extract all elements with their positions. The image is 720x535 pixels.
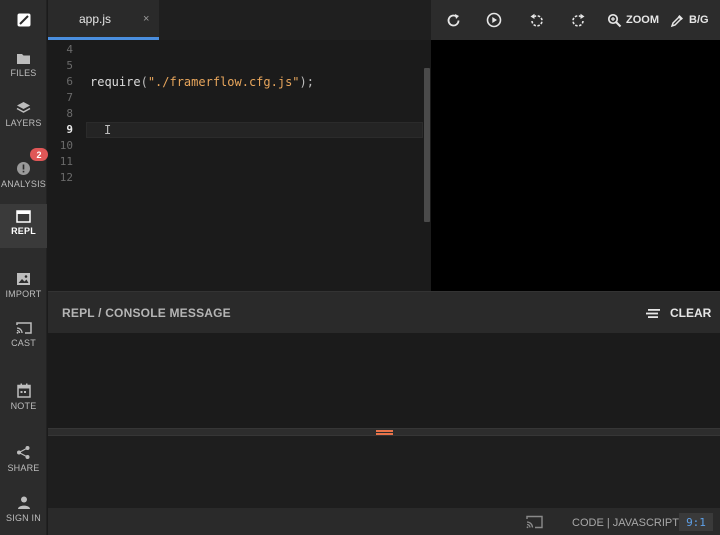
line-number: 10 [59,139,73,152]
app-logo[interactable] [0,0,47,40]
line-gutter: 4 5 6 7 8 9 10 11 12 [48,40,76,291]
zoom-label: ZOOM [626,14,659,26]
line-number: 7 [66,91,73,104]
app-window: FILES LAYERS ANALYSIS 2 REPL IMPORT CAST… [0,0,720,535]
line-number: 4 [66,43,73,56]
sidebar-item-share[interactable]: SHARE [0,439,47,485]
user-icon [17,496,30,509]
eyedropper-icon [670,14,683,27]
sidebar-item-import[interactable]: IMPORT [0,266,47,312]
status-bar: CODE | JAVASCRIPT 9:1 [48,508,720,535]
grip-icon [376,430,393,435]
code-paren: ( [140,75,148,89]
line-number: 8 [66,107,73,120]
sidebar-item-label: NOTE [10,401,37,411]
layers-icon [16,102,31,113]
clear-label: CLEAR [670,306,712,320]
console-header: REPL / CONSOLE MESSAGE CLEAR [48,291,720,333]
tab-app-js[interactable]: app.js × [48,0,159,40]
sidebar-item-label: IMPORT [5,289,42,299]
preview-canvas[interactable] [431,40,720,291]
notification-badge: 2 [30,148,48,161]
play-icon [486,12,502,28]
logo-icon [17,13,30,27]
image-icon [17,273,30,285]
play-button[interactable] [484,0,504,40]
sidebar-item-label: SIGN IN [6,513,41,523]
sidebar-item-label: LAYERS [5,118,42,128]
share-icon [17,446,30,459]
zoom-icon [607,13,622,27]
rotate-left-button[interactable] [526,0,546,40]
console-title: REPL / CONSOLE MESSAGE [62,306,231,320]
repl-input[interactable] [48,436,720,508]
line-number: 12 [59,171,73,184]
console-output [48,333,720,428]
folder-icon [17,54,30,64]
sidebar-item-analysis[interactable]: ANALYSIS 2 [0,148,48,201]
calendar-icon [16,383,31,398]
code-string: "./framerflow.cfg.js" [147,75,300,89]
sidebar-item-repl[interactable]: REPL [0,204,47,248]
line-number-current: 9 [66,123,73,136]
code-line: require("./framerflow.cfg.js"); [90,74,314,90]
sidebar-item-layers[interactable]: LAYERS [0,95,47,141]
language-mode[interactable]: CODE | JAVASCRIPT [572,517,679,529]
text-cursor-icon: I [104,123,112,137]
alert-circle-icon [17,162,30,175]
sidebar: FILES LAYERS ANALYSIS 2 REPL IMPORT CAST… [0,0,48,535]
cast-icon [15,322,32,334]
refresh-button[interactable] [443,0,463,40]
editor-tab-bar: app.js × [48,0,431,40]
tab-label: app.js [79,11,112,26]
sidebar-item-label: REPL [11,226,36,236]
code-function: require [90,75,141,89]
sidebar-item-files[interactable]: FILES [0,46,47,92]
preview-toolbar: ZOOM B/G [431,0,720,40]
code-paren: ); [299,75,314,89]
clear-list-icon [646,308,660,318]
clear-console-button[interactable]: CLEAR [646,302,711,324]
sidebar-item-cast[interactable]: CAST [0,315,47,361]
line-number: 5 [66,59,73,72]
code-editor[interactable]: 4 5 6 7 8 9 10 11 12 require("./framerfl… [48,40,431,291]
cursor-position: 9:1 [679,513,713,531]
bg-label: B/G [689,14,709,26]
background-color-button[interactable]: B/G [670,0,718,40]
sidebar-item-label: SHARE [7,463,40,473]
refresh-icon [447,13,459,26]
window-icon [16,210,31,223]
sidebar-item-label: FILES [10,68,37,78]
editor-scrollbar[interactable] [424,68,430,222]
current-line-highlight [86,122,423,138]
cast-status-icon[interactable] [526,515,543,529]
rotate-right-icon [571,13,584,27]
sidebar-item-sign-in[interactable]: SIGN IN [0,489,47,535]
sidebar-item-label: CAST [11,338,36,348]
line-number: 6 [66,75,73,88]
rotate-left-icon [530,13,543,27]
rotate-right-button[interactable] [568,0,588,40]
console-resize-handle[interactable] [48,428,720,436]
close-tab-icon[interactable]: × [143,13,149,25]
sidebar-item-note[interactable]: NOTE [0,377,47,423]
zoom-button[interactable]: ZOOM [607,0,667,40]
line-number: 11 [59,155,73,168]
sidebar-item-label: ANALYSIS [1,179,46,189]
